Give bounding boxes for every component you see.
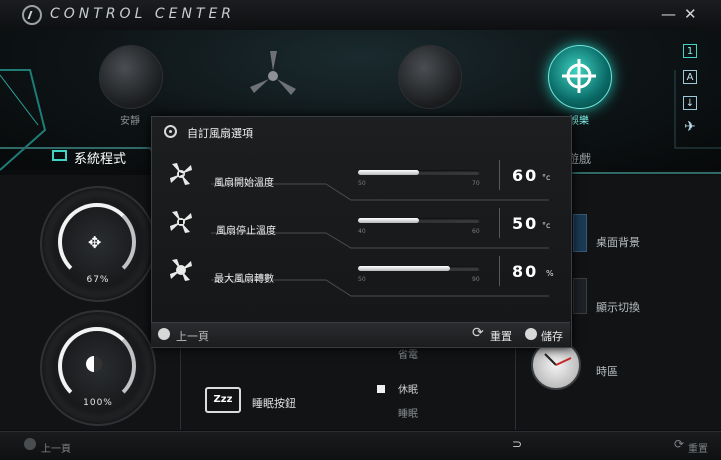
monitor-icon: [52, 150, 67, 161]
mode-performance[interactable]: [398, 45, 462, 109]
slider-fill: [358, 170, 419, 175]
unit: °c: [542, 221, 551, 230]
back-icon: [158, 328, 170, 340]
fan-max-icon: [170, 259, 192, 281]
fan-mode-icon[interactable]: [244, 47, 302, 105]
dialog-reset-button[interactable]: 重置: [490, 328, 512, 344]
timezone-label[interactable]: 時區: [596, 363, 618, 379]
fan-stop-temp-label: 風扇停止溫度: [216, 226, 276, 237]
slider-max: 70: [472, 180, 480, 187]
separator: [499, 160, 500, 190]
contrast-icon: [86, 356, 102, 372]
slider-max: 90: [472, 276, 480, 283]
option-power-save[interactable]: 省電: [398, 346, 418, 361]
max-fan-speed-label: 最大風扇轉數: [214, 274, 274, 285]
reset-icon: ⟳: [472, 325, 484, 341]
reset-icon: ⟳: [674, 437, 685, 451]
crosshair-icon: [562, 59, 596, 93]
slider-max: 60: [472, 228, 480, 235]
fan-start-temp-slider[interactable]: [358, 170, 480, 175]
brightness-value: 67%: [86, 275, 110, 285]
close-button[interactable]: ✕: [684, 5, 697, 23]
unit: %: [546, 269, 554, 278]
airplane-icon[interactable]: ✈: [683, 120, 697, 135]
max-fan-speed-value: 80: [512, 262, 539, 281]
fan-start-icon: [170, 163, 192, 185]
dpad-icon: ✥: [88, 233, 102, 252]
option-sleep[interactable]: 睡眠: [398, 405, 418, 420]
separator: [499, 208, 500, 238]
display-switch-icon: [573, 278, 587, 314]
volume-value: 100%: [83, 398, 113, 408]
slider-min: 50: [358, 180, 366, 187]
option-hibernate[interactable]: 休眠: [398, 381, 418, 396]
slider-min: 50: [358, 276, 366, 283]
bottom-bar: [0, 431, 721, 460]
fan-stop-temp-value: 50: [512, 214, 539, 233]
app-logo: [22, 5, 42, 25]
unit: °c: [542, 173, 551, 182]
fan-start-temp-value: 60: [512, 166, 539, 185]
dialog-back-button[interactable]: 上一頁: [176, 328, 209, 344]
fan-stop-icon: [170, 211, 192, 233]
font-a-icon[interactable]: A: [683, 70, 697, 84]
slider-fill: [358, 218, 419, 223]
save-icon: [525, 328, 537, 340]
fan-start-temp-label: 風扇開始溫度: [214, 178, 274, 189]
power-plug-icon[interactable]: ⊃: [512, 437, 522, 451]
slider-min: 40: [358, 228, 366, 235]
fan-stop-temp-slider[interactable]: [358, 218, 480, 223]
display-switch-label[interactable]: 顯示切換: [596, 299, 640, 315]
wallpaper-label[interactable]: 桌面背景: [596, 234, 640, 250]
minimize-button[interactable]: —: [661, 5, 676, 23]
back-button[interactable]: 上一頁: [41, 440, 71, 455]
sleep-button-label[interactable]: 睡眠按鈕: [252, 395, 296, 411]
reset-button[interactable]: 重置: [688, 440, 708, 455]
max-fan-speed-slider[interactable]: [358, 266, 480, 271]
back-icon: [24, 438, 36, 450]
download-icon[interactable]: ↓: [683, 96, 697, 110]
wallpaper-icon: [573, 214, 587, 252]
slider-fill: [358, 266, 450, 271]
display-1-icon[interactable]: 1: [683, 44, 697, 58]
dialog-save-button[interactable]: 儲存: [541, 328, 563, 344]
app-title: CONTROL CENTER: [50, 6, 236, 22]
separator: [499, 256, 500, 286]
sleep-icon: Zzz: [205, 387, 241, 413]
tab-system[interactable]: 系統程式: [74, 148, 126, 167]
gear-icon: [164, 125, 177, 138]
dialog-title: 自訂風扇選項: [187, 127, 253, 140]
mode-quiet[interactable]: [99, 45, 163, 109]
hibernate-checkbox[interactable]: [377, 385, 385, 393]
